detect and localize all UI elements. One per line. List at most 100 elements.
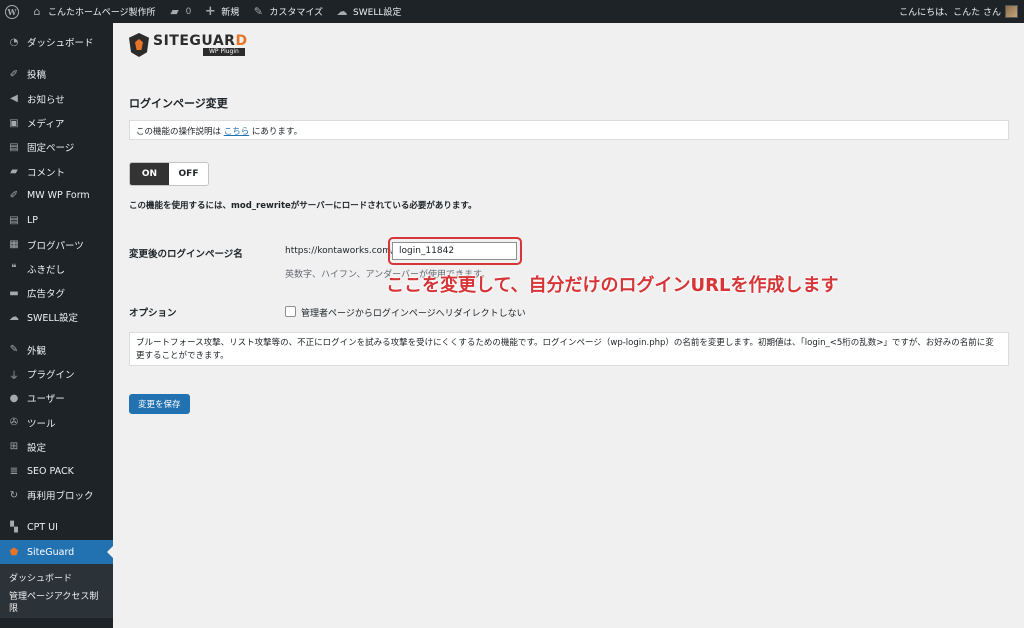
sidebar-item-news[interactable]: ◀ お知らせ <box>0 87 113 111</box>
swell-icon: ☁ <box>336 5 348 18</box>
sidebar-item-label: お知らせ <box>27 94 65 106</box>
submenu-item-admin-access[interactable]: 管理ページアクセス制限 <box>0 588 113 618</box>
plus-icon: + <box>204 4 216 19</box>
sidebar-item-blog-parts[interactable]: ▦ ブログパーツ <box>0 232 113 256</box>
sidebar-item-settings[interactable]: ⊞ 設定 <box>0 435 113 459</box>
comments-count: 0 <box>185 6 192 17</box>
logo-name: SITEGUAR <box>153 33 236 49</box>
logo-sub: WP Plugin <box>203 48 245 56</box>
wordpress-icon: W <box>5 4 19 19</box>
sidebar-item-label: コメント <box>27 167 66 179</box>
swell-label: SWELL設定 <box>353 8 402 18</box>
sidebar-item-label: SiteGuard <box>27 546 75 558</box>
customize-label: カスタマイズ <box>269 8 324 18</box>
comment-icon: ▰ <box>170 5 179 18</box>
option-label: オプション <box>129 308 177 319</box>
help-link[interactable]: こちら <box>224 127 250 137</box>
sidebar-item-label: 投稿 <box>27 70 47 82</box>
sidebar-item-appearance[interactable]: ✎ 外観 <box>0 338 113 362</box>
notice-suffix: にあります。 <box>249 127 303 137</box>
sidebar-item-label: ツール <box>27 418 56 430</box>
admin-sidebar: ◔ ダッシュボード ✐ 投稿 ◀ お知らせ ▣ メディア ▤ 固定ページ ▰ コメント ✐ M… <box>0 23 113 628</box>
sidebar-item-plugins[interactable]: ⏚ プラグイン <box>0 362 113 386</box>
siteguard-logo: SITEGUARD WP Plugin <box>129 33 248 57</box>
toggle-on-button[interactable]: ON <box>130 163 169 185</box>
sidebar-item-swell-settings[interactable]: ☁ SWELL設定 <box>0 305 113 329</box>
grid-icon: ▦ <box>9 239 19 251</box>
brush-icon: ✎ <box>9 344 19 356</box>
sidebar-item-label: CPT UI <box>27 522 58 534</box>
notice-prefix: この機能の操作説明は <box>136 127 224 137</box>
sidebar-item-label: SWELL設定 <box>27 313 79 325</box>
sidebar-item-seo-pack[interactable]: ≣ SEO PACK <box>0 459 113 483</box>
page-icon: ▤ <box>9 141 19 153</box>
sidebar-item-users[interactable]: ● ユーザー <box>0 386 113 410</box>
media-icon: ▣ <box>9 117 19 129</box>
sidebar-item-label: MW WP Form <box>27 190 90 202</box>
no-redirect-checkbox[interactable] <box>285 306 296 317</box>
sidebar-item-cpt-ui[interactable]: ▚ CPT UI <box>0 516 113 540</box>
cpt-icon: ▚ <box>10 522 18 534</box>
megaphone-icon: ◀ <box>10 93 18 105</box>
brush-icon: ✎ <box>253 5 263 18</box>
list-icon: ≣ <box>9 465 19 477</box>
gauge-icon: ◔ <box>9 36 19 48</box>
settings-icon: ⊞ <box>9 441 19 453</box>
sidebar-item-dashboard[interactable]: ◔ ダッシュボード <box>0 30 113 54</box>
home-icon: ⌂ <box>33 5 41 18</box>
requirement-note: この機能を使用するには、mod_rewriteがサーバーにロードされている必要が… <box>129 201 477 211</box>
comment-icon: ▰ <box>10 166 18 178</box>
reuse-icon: ↻ <box>9 489 19 501</box>
main-content: SITEGUARD WP Plugin ログインページ変更 この機能の操作説明は… <box>113 23 1024 628</box>
pin-icon: ✐ <box>9 68 19 80</box>
shield-icon: ⬟ <box>9 546 19 558</box>
sidebar-item-label: プラグイン <box>27 370 75 381</box>
sidebar-item-label: 再利用ブロック <box>27 491 94 503</box>
sidebar-item-ad-tags[interactable]: ▬ 広告タグ <box>0 281 113 305</box>
sidebar-item-label: 設定 <box>27 442 47 454</box>
sidebar-item-lp[interactable]: ▤ LP <box>0 208 113 232</box>
feature-toggle: ON OFF <box>129 162 209 186</box>
siteguard-shield-icon <box>129 33 149 57</box>
annotation-highlight <box>388 237 522 265</box>
swell-icon: ☁ <box>9 311 19 323</box>
sidebar-item-label: 外観 <box>27 345 47 357</box>
help-notice: この機能の操作説明は こちら にあります。 <box>129 120 1009 140</box>
feature-description: ブルートフォース攻撃、リスト攻撃等の、不正にログインを試みる攻撃を受けにくくする… <box>129 332 1009 366</box>
no-redirect-label[interactable]: 管理者ページからログインページへリダイレクトしない <box>301 306 526 319</box>
sidebar-item-mw-wp-form[interactable]: ✐ MW WP Form <box>0 184 113 208</box>
user-icon: ● <box>9 392 19 404</box>
page-title: ログインページ変更 <box>129 97 228 110</box>
avatar <box>1005 5 1018 18</box>
account-menu[interactable]: こんにちは、こんた さん <box>893 0 1024 23</box>
sidebar-item-comments[interactable]: ▰ コメント <box>0 159 113 183</box>
customize-link[interactable]: ✎ カスタマイズ <box>245 0 329 23</box>
swell-settings-link[interactable]: ☁ SWELL設定 <box>329 0 407 23</box>
folder-icon: ▬ <box>9 287 19 299</box>
save-button[interactable]: 変更を保存 <box>129 394 190 414</box>
sidebar-item-reusable-blocks[interactable]: ↻ 再利用ブロック <box>0 483 113 507</box>
url-prefix: https://kontaworks.com/ <box>285 246 394 256</box>
sidebar-item-tools[interactable]: ✇ ツール <box>0 410 113 434</box>
submenu-item-dashboard[interactable]: ダッシュボード <box>0 570 113 588</box>
site-name-link[interactable]: ⌂ こんたホームページ製作所 <box>24 0 162 23</box>
sidebar-item-media[interactable]: ▣ メディア <box>0 111 113 135</box>
comments-link[interactable]: ▰ 0 <box>162 0 198 23</box>
new-content-link[interactable]: + 新規 <box>197 0 245 23</box>
toggle-off-button[interactable]: OFF <box>169 163 208 185</box>
site-name: こんたホームページ製作所 <box>48 8 156 18</box>
sidebar-item-label: ダッシュボード <box>27 38 94 50</box>
sidebar-item-siteguard[interactable]: ⬟ SiteGuard <box>0 539 113 565</box>
sidebar-item-posts[interactable]: ✐ 投稿 <box>0 62 113 86</box>
wordpress-logo-button[interactable]: W <box>0 0 24 23</box>
plug-icon: ⏚ <box>9 370 19 382</box>
greeting: こんにちは、こんた さん <box>899 8 1001 18</box>
new-label: 新規 <box>221 8 240 18</box>
bubbles-icon: ❝ <box>11 263 17 275</box>
login-page-name-label: 変更後のログインページ名 <box>129 249 243 260</box>
sidebar-item-label: SEO PACK <box>27 465 74 477</box>
sidebar-item-label: ブログパーツ <box>27 240 84 252</box>
sidebar-item-label: 広告タグ <box>27 289 66 301</box>
sidebar-item-balloons[interactable]: ❝ ふきだし <box>0 257 113 281</box>
sidebar-item-pages[interactable]: ▤ 固定ページ <box>0 135 113 159</box>
